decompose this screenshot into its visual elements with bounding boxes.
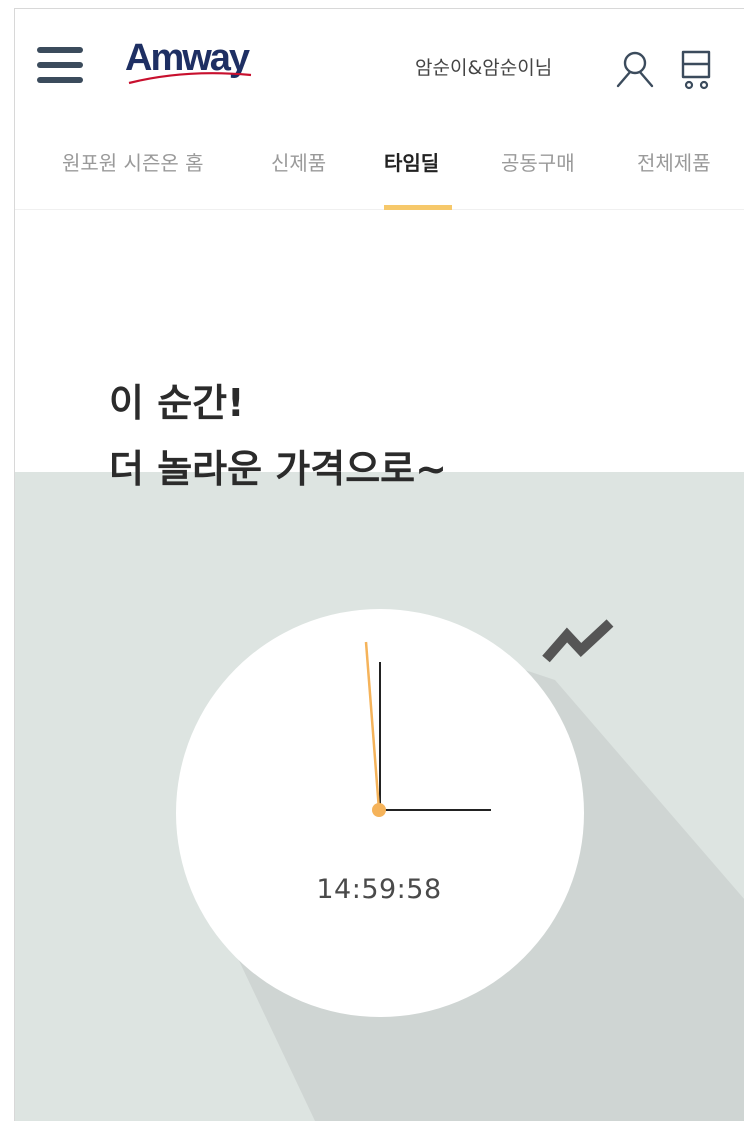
clock-center-pin xyxy=(372,803,386,817)
time-deal-hero: 이 순간! 더 놀라운 가격으로~ 14:59:58 xyxy=(15,210,744,1121)
hero-title-line2: 더 놀라운 가격으로~ xyxy=(109,447,447,491)
countdown-time: 14:59:58 xyxy=(316,874,442,905)
zigzag-icon xyxy=(542,619,614,663)
hero-title-line1: 이 순간! xyxy=(109,381,245,425)
hamburger-menu-icon[interactable] xyxy=(37,47,83,85)
user-icon[interactable] xyxy=(615,49,655,93)
category-tabs: 원포원 시즌온 홈 신제품 타임딜 공동구매 전체제품 xyxy=(15,121,744,210)
tab-all-products[interactable]: 전체제품 xyxy=(637,147,711,176)
tab-season-home[interactable]: 원포원 시즌온 홈 xyxy=(62,147,204,176)
top-header: Amway 암순이&암순이님 xyxy=(15,9,744,121)
tab-time-deal[interactable]: 타임딜 xyxy=(384,147,439,176)
tab-group-buy[interactable]: 공동구매 xyxy=(501,147,575,176)
cart-icon[interactable] xyxy=(679,49,719,97)
app-frame: Amway 암순이&암순이님 원포원 시즌온 홈 신제품 타임딜 공동구매 전체… xyxy=(14,8,744,1121)
clock-illustration xyxy=(176,609,744,1121)
logo-swoosh xyxy=(128,72,252,85)
tab-new-products[interactable]: 신제품 xyxy=(271,147,326,176)
amway-logo[interactable]: Amway xyxy=(125,37,265,97)
hero-title: 이 순간! 더 놀라운 가격으로~ xyxy=(109,370,447,502)
user-greeting: 암순이&암순이님 xyxy=(415,57,553,79)
